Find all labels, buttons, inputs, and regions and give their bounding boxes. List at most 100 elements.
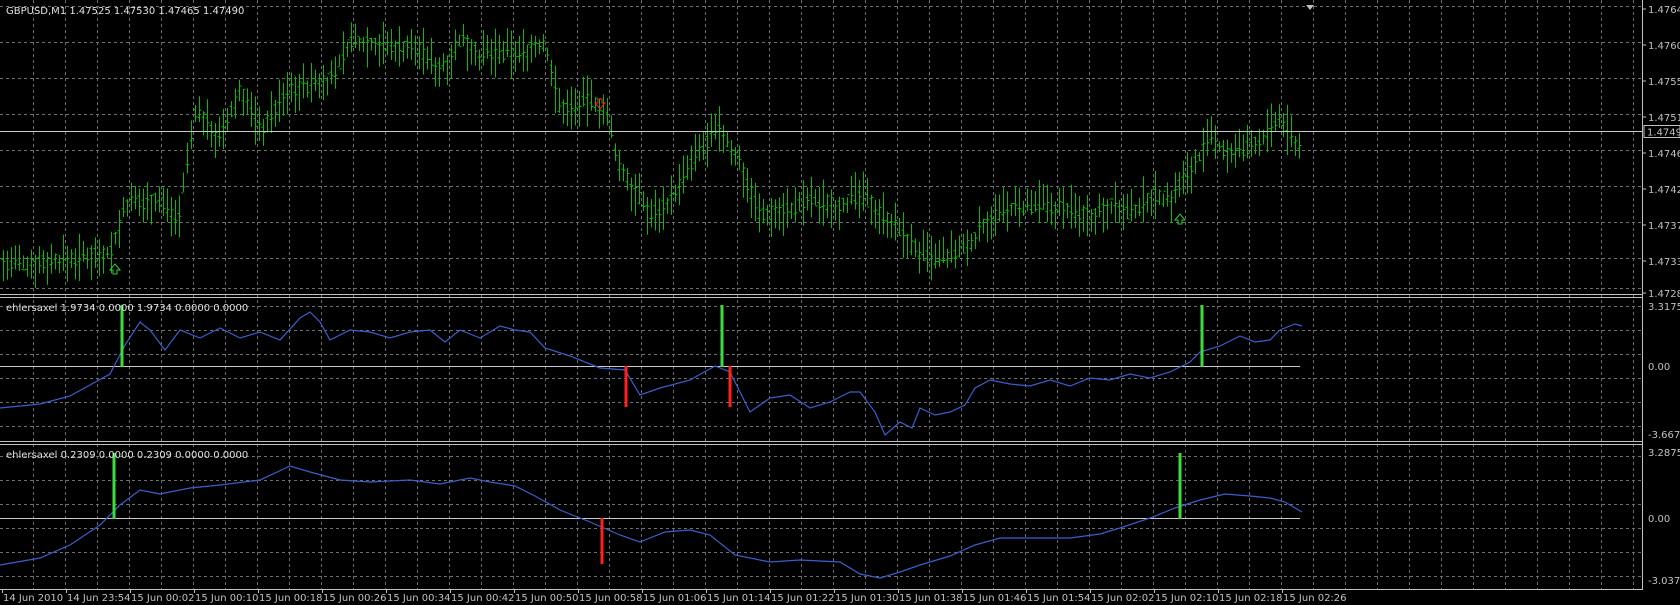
price-bar	[1109, 198, 1114, 214]
price-bar	[837, 196, 842, 231]
price-bar	[189, 120, 194, 150]
price-tick-label: 1.47465	[1648, 149, 1680, 160]
indicator-line	[0, 465, 1303, 579]
price-bar	[405, 35, 410, 59]
price-bar	[313, 69, 318, 92]
price-bar	[557, 87, 562, 113]
price-bar	[1261, 129, 1266, 145]
time-label: 15 Jun 01:14	[707, 593, 771, 604]
price-bar	[1189, 156, 1194, 194]
trading-chart[interactable]: GBPUSD,M1 1.47525 1.47530 1.47465 1.4749…	[0, 0, 1680, 605]
price-bar	[373, 37, 378, 56]
price-bar	[401, 41, 406, 62]
price-bar	[853, 171, 858, 210]
price-bar	[1193, 149, 1198, 175]
price-bar	[1249, 129, 1254, 158]
price-bar	[697, 133, 702, 162]
price-bar	[325, 73, 330, 96]
price-bar	[1169, 190, 1174, 224]
price-bar	[801, 180, 806, 226]
price-bar	[1045, 184, 1050, 223]
price-bar	[1057, 187, 1062, 216]
price-bar	[485, 34, 490, 59]
price-bar	[357, 35, 362, 51]
price-bar	[977, 206, 982, 242]
price-bar	[1157, 189, 1162, 206]
price-bar	[1221, 139, 1226, 160]
price-bar	[353, 23, 358, 48]
price-bar	[93, 237, 98, 268]
price-bar	[289, 72, 294, 103]
price-bar	[45, 252, 50, 285]
price-bar	[461, 23, 466, 47]
price-tick-label: 1.47645	[1648, 5, 1680, 16]
price-bar	[1141, 176, 1146, 223]
price-bar	[265, 110, 270, 133]
price-bar	[377, 33, 382, 67]
price-bar	[469, 39, 474, 65]
price-bar	[885, 211, 890, 238]
price-bar	[865, 178, 870, 208]
time-label: 15 Jun 01:06	[643, 593, 707, 604]
price-bar	[1293, 135, 1298, 157]
price-bar	[785, 188, 790, 228]
price-bar	[473, 41, 478, 66]
price-bar	[257, 106, 262, 142]
price-bar	[1005, 191, 1010, 232]
price-bar	[173, 200, 178, 235]
price-bar	[569, 86, 574, 130]
price-bar	[705, 122, 710, 168]
time-label: 14 Jun 23:54	[67, 593, 131, 604]
price-bar	[13, 245, 18, 270]
indicator-1-header: ehlersaxel 1.9734 0.0000 1.9734 0.0000 0…	[6, 303, 248, 314]
price-bar	[1185, 152, 1190, 194]
indicator-panel-2[interactable]: ehlersaxel 0.2309 0.0000 0.2309 0.0000 0…	[0, 448, 1680, 587]
price-bar	[825, 193, 830, 219]
price-bar	[1145, 193, 1150, 213]
price-bar	[509, 30, 514, 79]
price-bar	[269, 91, 274, 133]
indicator-2-tick-max: 3.2875	[1648, 448, 1680, 459]
chart-shift-marker-icon[interactable]	[1306, 5, 1314, 10]
price-bar	[317, 73, 322, 99]
price-bar	[613, 143, 618, 161]
price-bar	[1201, 127, 1206, 173]
price-bar	[749, 177, 754, 219]
price-bar	[757, 193, 762, 233]
price-bar	[333, 56, 338, 89]
current-price-box: 1.47490	[1643, 125, 1680, 139]
price-bar	[921, 229, 926, 262]
indicator-panel-1[interactable]: ehlersaxel 1.9734 0.0000 1.9734 0.0000 0…	[0, 302, 1680, 441]
time-label: 15 Jun 00:42	[451, 593, 515, 604]
price-bar	[253, 96, 258, 145]
price-bar	[577, 90, 582, 127]
price-bar	[1269, 103, 1274, 148]
main-price-panel[interactable]: GBPUSD,M1 1.47525 1.47530 1.47465 1.4749…	[0, 5, 1680, 300]
price-bar	[589, 79, 594, 111]
price-bar	[673, 184, 678, 203]
price-bar	[185, 142, 190, 174]
price-bar	[1209, 116, 1214, 145]
price-bar	[1077, 196, 1082, 237]
price-bar	[877, 199, 882, 235]
time-label: 15 Jun 00:18	[259, 593, 323, 604]
price-bar	[1253, 136, 1258, 155]
price-bar	[573, 88, 578, 126]
price-bar	[661, 186, 666, 230]
price-bar	[457, 34, 462, 48]
price-bar	[957, 235, 962, 258]
time-label: 15 Jun 02:10	[1155, 593, 1219, 604]
price-bar	[869, 194, 874, 225]
price-bar	[21, 255, 26, 271]
price-bar	[1281, 112, 1286, 138]
price-bar	[665, 197, 670, 214]
time-label: 15 Jun 00:50	[515, 593, 579, 604]
price-bar	[849, 176, 854, 205]
indicator-2-tick-zero: 0.00	[1648, 514, 1670, 525]
price-bar	[369, 37, 374, 51]
price-bar	[721, 124, 726, 153]
price-bar	[337, 54, 342, 70]
price-bar	[1081, 205, 1086, 232]
price-bar	[713, 113, 718, 140]
indicator-1-tick-min: -3.6671	[1648, 430, 1680, 441]
